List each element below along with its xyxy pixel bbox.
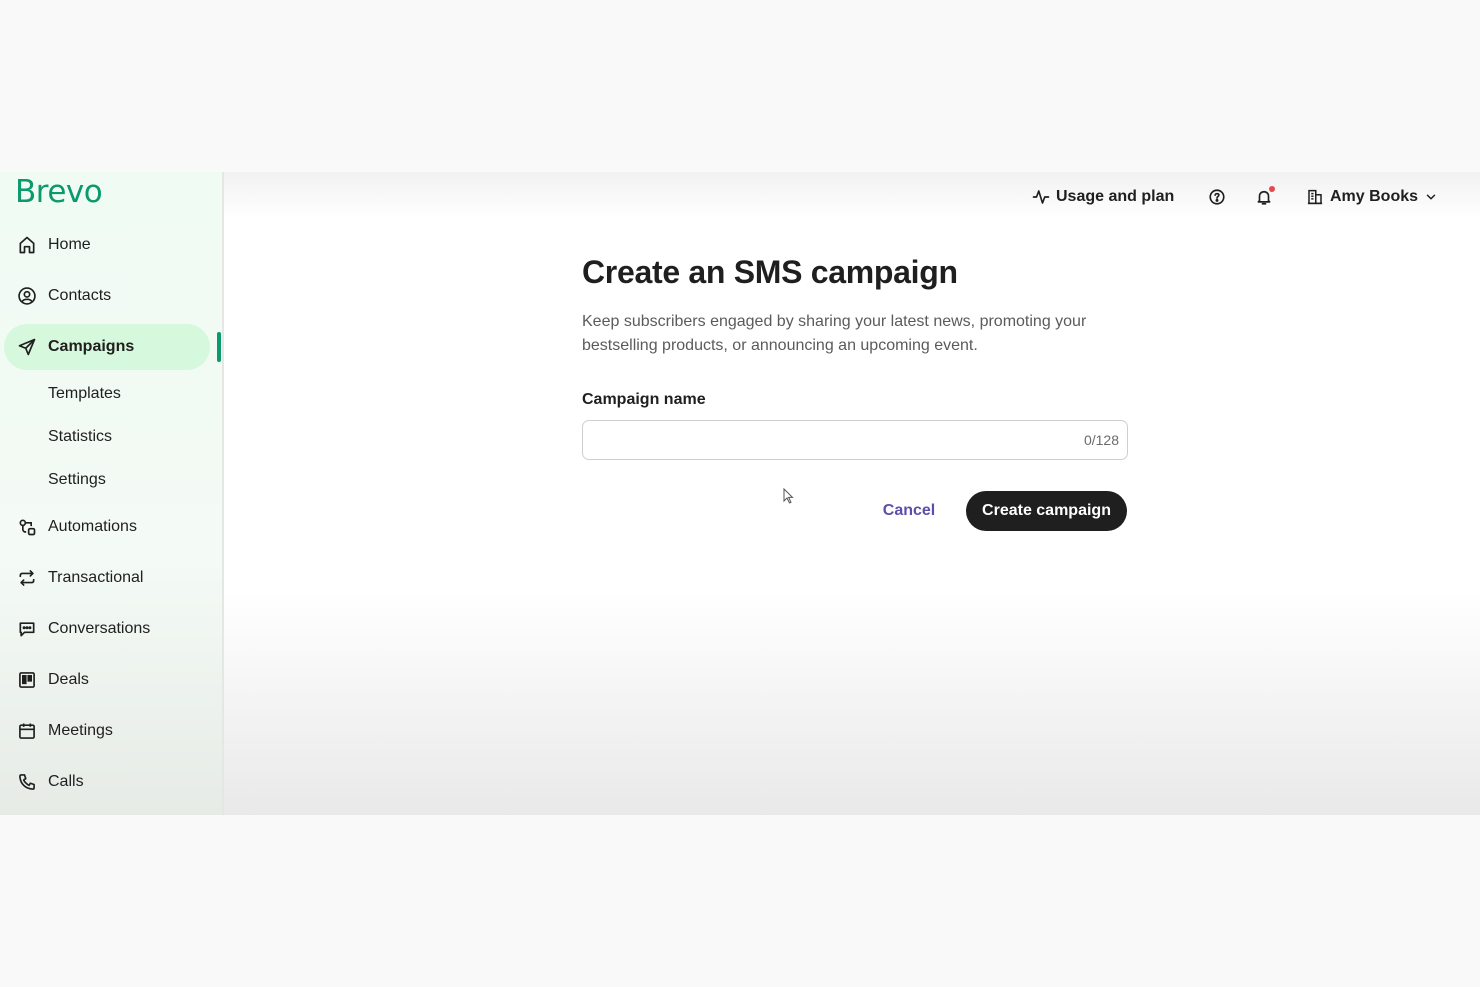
campaign-name-input[interactable] xyxy=(583,421,1063,459)
sidebar: Brevo Home Contacts Campaigns Templates … xyxy=(0,172,222,815)
sidebar-item-label: Calls xyxy=(48,773,84,790)
send-icon xyxy=(16,336,38,358)
account-name: Amy Books xyxy=(1330,188,1419,205)
usage-and-plan-link[interactable]: Usage and plan xyxy=(1032,188,1174,206)
notifications-button[interactable] xyxy=(1255,186,1275,206)
sidebar-item-label: Contacts xyxy=(48,287,112,304)
active-indicator xyxy=(217,332,221,362)
help-button[interactable] xyxy=(1208,188,1226,206)
page-title: Create an SMS campaign xyxy=(582,254,958,290)
sidebar-item-calls[interactable]: Calls xyxy=(4,759,210,805)
sidebar-subitem-templates[interactable]: Templates xyxy=(48,385,121,403)
sidebar-item-label: Deals xyxy=(48,671,89,688)
home-icon xyxy=(16,234,38,256)
sidebar-item-conversations[interactable]: Conversations xyxy=(4,606,210,652)
sidebar-subitem-statistics[interactable]: Statistics xyxy=(48,428,112,446)
sidebar-item-automations[interactable]: Automations xyxy=(4,504,210,550)
sidebar-item-label: Transactional xyxy=(48,569,144,586)
contacts-icon xyxy=(16,285,38,307)
create-campaign-button[interactable]: Create campaign xyxy=(966,491,1127,531)
repeat-icon xyxy=(16,567,38,589)
cancel-button[interactable]: Cancel xyxy=(868,491,950,531)
bell-icon xyxy=(1255,186,1275,206)
app-window: Brevo Home Contacts Campaigns Templates … xyxy=(0,172,1480,815)
sidebar-item-home[interactable]: Home xyxy=(4,222,210,268)
activity-icon xyxy=(1032,190,1050,204)
account-menu[interactable]: Amy Books xyxy=(1306,188,1438,206)
sidebar-item-label: Home xyxy=(48,236,91,253)
calendar-icon xyxy=(16,720,38,742)
campaign-name-label: Campaign name xyxy=(582,391,706,408)
automation-icon xyxy=(16,516,38,538)
sidebar-item-transactional[interactable]: Transactional xyxy=(4,555,210,601)
sidebar-item-deals[interactable]: Deals xyxy=(4,657,210,703)
sidebar-subitem-settings[interactable]: Settings xyxy=(48,471,106,489)
help-icon xyxy=(1209,189,1225,205)
notification-dot xyxy=(1269,186,1275,192)
sidebar-item-label: Meetings xyxy=(48,722,113,739)
sidebar-item-label: Conversations xyxy=(48,620,151,637)
character-counter: 0/128 xyxy=(1083,432,1119,448)
sidebar-item-label: Automations xyxy=(48,518,137,535)
page-description: Keep subscribers engaged by sharing your… xyxy=(582,313,1087,354)
usage-and-plan-label: Usage and plan xyxy=(1056,188,1175,205)
kanban-icon xyxy=(16,669,38,691)
phone-icon xyxy=(16,771,38,793)
building-icon xyxy=(1307,189,1323,205)
chevron-down-icon xyxy=(1426,194,1436,200)
brevo-logo[interactable]: Brevo xyxy=(15,174,103,210)
sidebar-item-contacts[interactable]: Contacts xyxy=(4,273,210,319)
mouse-cursor-icon xyxy=(783,488,794,504)
sidebar-divider xyxy=(222,172,224,815)
sidebar-item-label: Campaigns xyxy=(48,338,135,355)
sidebar-item-campaigns[interactable]: Campaigns xyxy=(4,324,210,370)
sidebar-item-meetings[interactable]: Meetings xyxy=(4,708,210,754)
chat-icon xyxy=(16,618,38,640)
campaign-name-field: 0/128 xyxy=(582,420,1128,460)
